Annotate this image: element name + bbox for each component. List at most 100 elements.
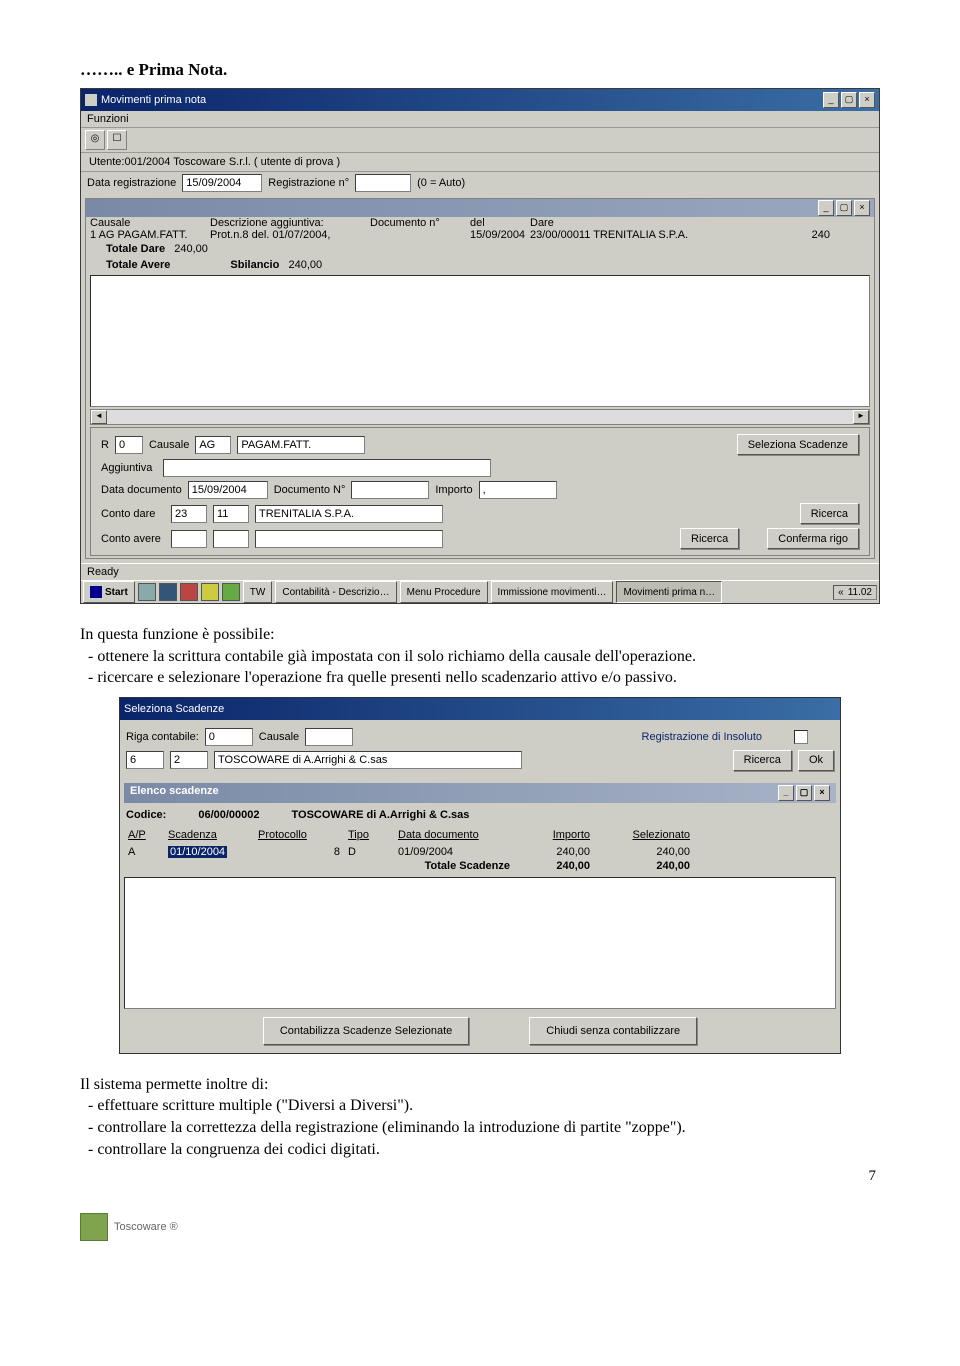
status-ready: Ready bbox=[81, 563, 879, 580]
start-button[interactable]: Start bbox=[83, 581, 135, 603]
causale-label: Causale bbox=[149, 439, 189, 451]
conto-avere-name[interactable] bbox=[255, 530, 443, 548]
ricerca-avere-button[interactable]: Ricerca bbox=[680, 528, 739, 549]
totale-scadenze-label: Totale Scadenze bbox=[344, 859, 514, 873]
h-scrollbar[interactable]: ◄ ► bbox=[90, 409, 870, 425]
hdr-importo: Importo bbox=[514, 827, 594, 845]
data-reg-label: Data registrazione bbox=[87, 177, 176, 189]
docn-label: Documento N° bbox=[274, 484, 346, 496]
close-icon[interactable]: × bbox=[859, 92, 875, 108]
hdr-ap: A/P bbox=[124, 827, 164, 845]
task-contabilita[interactable]: Contabilità - Descrizio… bbox=[275, 581, 396, 603]
data-reg-input[interactable]: 15/09/2004 bbox=[182, 174, 262, 192]
toolbar-icon-1[interactable]: ◎ bbox=[85, 130, 105, 150]
conto-dare-label: Conto dare bbox=[101, 508, 165, 520]
quicklaunch-icon-3[interactable] bbox=[180, 583, 198, 601]
conto-avere-b[interactable] bbox=[213, 530, 249, 548]
conto-avere-a[interactable] bbox=[171, 530, 207, 548]
contabilizza-button[interactable]: Contabilizza Scadenze Selezionate bbox=[263, 1017, 469, 1045]
elenco-title-label: Elenco scadenze bbox=[130, 785, 219, 801]
codice-label: Codice: bbox=[126, 809, 166, 821]
elenco-min-icon[interactable]: _ bbox=[778, 785, 794, 801]
para1-bullet-1: - ottenere la scrittura contabile già im… bbox=[104, 646, 880, 668]
conto-dare-b[interactable]: 11 bbox=[213, 505, 249, 523]
datadoc-input[interactable]: 15/09/2004 bbox=[188, 481, 268, 499]
toolbar-icon-2[interactable]: ☐ bbox=[107, 130, 127, 150]
causale2-input[interactable] bbox=[305, 728, 353, 746]
reg-insoluto-checkbox[interactable] bbox=[794, 730, 808, 744]
r-input[interactable]: 0 bbox=[115, 436, 143, 454]
inner-close-icon[interactable]: × bbox=[854, 200, 870, 216]
tot-dare-label: Totale Dare bbox=[106, 243, 165, 255]
codice-value: 06/00/00002 bbox=[198, 809, 259, 821]
row-datadoc: 01/09/2004 bbox=[394, 845, 514, 859]
para1-lead: In questa funzione è possibile: bbox=[80, 624, 880, 646]
code-name-input[interactable]: TOSCOWARE di A.Arrighi & C.sas bbox=[214, 751, 522, 769]
row-protocollo: 8 bbox=[254, 845, 344, 859]
scroll-right-icon[interactable]: ► bbox=[853, 410, 869, 424]
importo-label: Importo bbox=[435, 484, 472, 496]
row-dare: 23/00/00011 TRENITALIA S.P.A. bbox=[530, 229, 770, 241]
elenco-close-icon[interactable]: × bbox=[814, 785, 830, 801]
para2-bullet-2: - controllare la correttezza della regis… bbox=[104, 1117, 880, 1139]
task-tw[interactable]: TW bbox=[243, 581, 273, 603]
inner-min-icon[interactable]: _ bbox=[818, 200, 834, 216]
aggiuntiva-input[interactable] bbox=[163, 459, 491, 477]
hdr-scadenza: Scadenza bbox=[164, 827, 254, 845]
para1-bullet-2: - ricercare e selezionare l'operazione f… bbox=[104, 667, 880, 689]
elenco-empty-area bbox=[124, 877, 836, 1009]
quicklaunch-icon-4[interactable] bbox=[201, 583, 219, 601]
scadenze-titlebar: Seleziona Scadenze bbox=[120, 698, 840, 720]
user-line: Utente:001/2004 Toscoware S.r.l. ( utent… bbox=[81, 153, 879, 172]
para2-lead: Il sistema permette inoltre di: bbox=[80, 1074, 880, 1096]
conto-dare-a[interactable]: 23 bbox=[171, 505, 207, 523]
codice-name: TOSCOWARE di A.Arrighi & C.sas bbox=[292, 809, 470, 821]
conto-dare-name[interactable]: TRENITALIA S.P.A. bbox=[255, 505, 443, 523]
tray-volume-icon[interactable]: « bbox=[838, 587, 844, 598]
causale2-label: Causale bbox=[259, 731, 299, 743]
elenco-max-icon[interactable]: ▢ bbox=[796, 785, 812, 801]
task-movimenti[interactable]: Movimenti prima n… bbox=[616, 581, 722, 603]
grid-sub-window: _ ▢ × Causale Descrizione aggiuntiva: Do… bbox=[85, 198, 875, 559]
ricerca2-button[interactable]: Ricerca bbox=[733, 750, 792, 771]
docn-input[interactable] bbox=[351, 481, 429, 499]
causale-code-input[interactable]: AG bbox=[195, 436, 231, 454]
inner-max-icon[interactable]: ▢ bbox=[836, 200, 852, 216]
conferma-rigo-button[interactable]: Conferma rigo bbox=[767, 528, 859, 549]
row-scadenza[interactable]: 01/10/2004 bbox=[164, 845, 254, 859]
importo-input[interactable]: , bbox=[479, 481, 557, 499]
seleziona-scadenze-button[interactable]: Seleziona Scadenze bbox=[737, 434, 859, 455]
col-doc-n: Documento n° bbox=[370, 217, 470, 229]
menubar[interactable]: Funzioni bbox=[81, 111, 879, 128]
scadenze-window: Seleziona Scadenze Riga contabile: 0 Cau… bbox=[119, 697, 841, 1054]
task-immissione[interactable]: Immissione movimenti… bbox=[491, 581, 614, 603]
hdr-protocollo: Protocollo bbox=[254, 827, 344, 845]
col-imp bbox=[770, 217, 830, 229]
causale-name-input[interactable]: PAGAM.FATT. bbox=[237, 436, 365, 454]
clock: 11.02 bbox=[848, 587, 872, 598]
task-menu-procedure[interactable]: Menu Procedure bbox=[400, 581, 488, 603]
row-importo: 240,00 bbox=[514, 845, 594, 859]
row-causale: 1 AG PAGAM.FATT. bbox=[90, 229, 210, 241]
row-tipo: D bbox=[344, 845, 394, 859]
quicklaunch-icon-5[interactable] bbox=[222, 583, 240, 601]
ok-button[interactable]: Ok bbox=[798, 750, 834, 771]
chiudi-button[interactable]: Chiudi senza contabilizzare bbox=[529, 1017, 697, 1045]
hdr-datadoc: Data documento bbox=[394, 827, 514, 845]
quicklaunch-icon-2[interactable] bbox=[159, 583, 177, 601]
code2-input[interactable]: 2 bbox=[170, 751, 208, 769]
maximize-icon[interactable]: ▢ bbox=[841, 92, 857, 108]
sbilancio-label: Sbilancio bbox=[230, 259, 279, 271]
scroll-left-icon[interactable]: ◄ bbox=[91, 410, 107, 424]
riga-input[interactable]: 0 bbox=[205, 728, 253, 746]
quicklaunch-icon-1[interactable] bbox=[138, 583, 156, 601]
reg-n-label: Registrazione n° bbox=[268, 177, 349, 189]
minimize-icon[interactable]: _ bbox=[823, 92, 839, 108]
sbilancio-val: 240,00 bbox=[288, 259, 322, 271]
page-number: 7 bbox=[80, 1168, 880, 1185]
row-imp: 240 bbox=[770, 229, 830, 241]
reg-n-input[interactable] bbox=[355, 174, 411, 192]
code1-input[interactable]: 6 bbox=[126, 751, 164, 769]
ricerca-dare-button[interactable]: Ricerca bbox=[800, 503, 859, 524]
riga-label: Riga contabile: bbox=[126, 731, 199, 743]
